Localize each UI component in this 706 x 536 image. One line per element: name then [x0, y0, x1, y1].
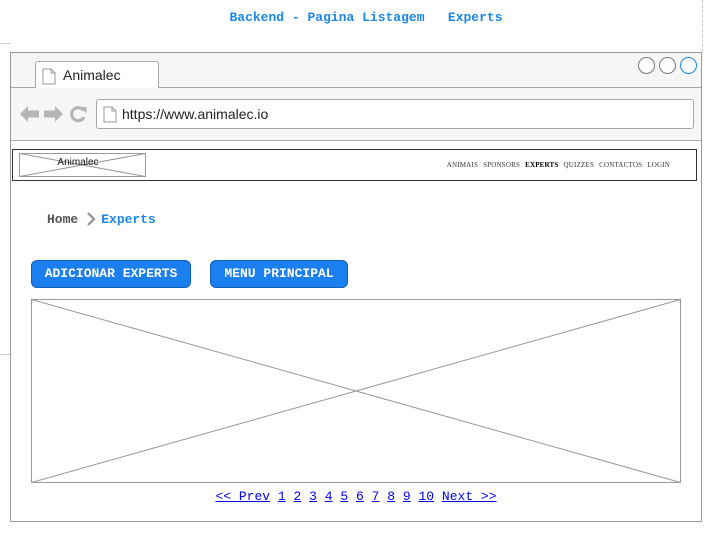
guide-line-right [702, 0, 703, 52]
reload-icon[interactable] [69, 105, 87, 128]
breadcrumb-current: Experts [101, 212, 156, 227]
browser-tab-label: Animalec [63, 67, 121, 83]
pagination-page-2[interactable]: 2 [294, 489, 302, 504]
site-menu: ANIMAIS SPONSORS EXPERTS QUIZZES CONTACTOS LO… [442, 161, 670, 169]
menu-item-login[interactable]: LOGIN [647, 161, 670, 169]
back-arrow-icon[interactable] [20, 106, 39, 127]
pagination-next[interactable]: Next >> [442, 489, 497, 504]
window-button-1[interactable] [638, 57, 655, 74]
browser-tab-bar: Animalec [11, 53, 701, 88]
pagination-page-3[interactable]: 3 [309, 489, 317, 504]
window-button-3[interactable] [680, 57, 697, 74]
site-logo[interactable]: Animalec [19, 153, 146, 177]
address-bar-area: https://www.animalec.io [11, 88, 701, 141]
page-title: Backend - Pagina Listagem Experts [229, 10, 503, 25]
site-navbar: Animalec ANIMAIS SPONSORS EXPERTS QUIZZES CO… [12, 149, 697, 181]
pagination-page-4[interactable]: 4 [325, 489, 333, 504]
main-menu-button[interactable]: MENU PRINCIPAL [210, 260, 348, 288]
pagination-page-5[interactable]: 5 [340, 489, 348, 504]
browser-tab[interactable]: Animalec [35, 61, 159, 88]
pagination-page-1[interactable]: 1 [278, 489, 286, 504]
breadcrumb: Home Experts [47, 212, 156, 230]
page-icon [103, 106, 117, 128]
menu-item-animais[interactable]: ANIMAIS [447, 161, 478, 169]
guide-line-left [0, 354, 10, 355]
pagination: << Prev 1 2 3 4 5 6 7 8 9 10 Next >> [11, 489, 701, 504]
pagination-page-10[interactable]: 10 [419, 489, 435, 504]
pagination-page-9[interactable]: 9 [403, 489, 411, 504]
page-content: Animalec ANIMAIS SPONSORS EXPERTS QUIZZES CO… [11, 141, 701, 521]
menu-item-experts[interactable]: EXPERTS [525, 161, 558, 169]
pagination-page-6[interactable]: 6 [356, 489, 364, 504]
image-placeholder [31, 299, 681, 483]
browser-window: Animalec https://www.animalec.io Animale… [10, 52, 702, 522]
url-text: https://www.animalec.io [122, 106, 269, 122]
add-experts-button[interactable]: ADICIONAR EXPERTS [31, 260, 191, 288]
menu-item-sponsors[interactable]: SPONSORS [483, 161, 520, 169]
chevron-right-icon [86, 212, 96, 230]
menu-item-quizzes[interactable]: QUIZZES [564, 161, 595, 169]
url-input[interactable]: https://www.animalec.io [96, 99, 694, 129]
pagination-prev[interactable]: << Prev [215, 489, 270, 504]
site-logo-text: Animalec [57, 157, 99, 168]
pagination-page-8[interactable]: 8 [387, 489, 395, 504]
forward-arrow-icon[interactable] [44, 106, 63, 127]
menu-item-contactos[interactable]: CONTACTOS [599, 161, 642, 169]
pagination-page-7[interactable]: 7 [372, 489, 380, 504]
page-icon [42, 68, 56, 90]
breadcrumb-home[interactable]: Home [47, 212, 78, 227]
guide-line-top [0, 43, 10, 44]
window-button-2[interactable] [659, 57, 676, 74]
